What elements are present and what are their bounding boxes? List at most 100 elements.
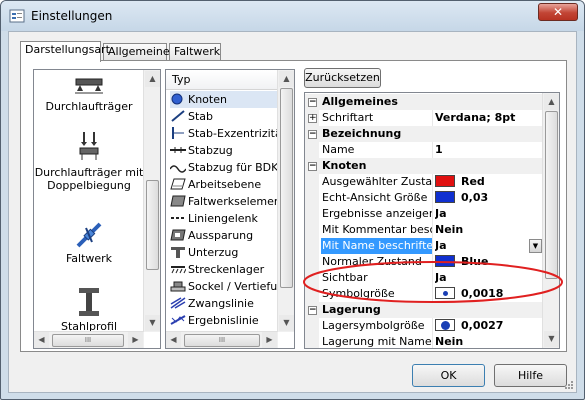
scroll-thumb[interactable]: III: [184, 334, 260, 347]
property-value[interactable]: Nein: [435, 334, 543, 348]
property-row[interactable]: Name 1: [305, 142, 543, 158]
type-list-item[interactable]: Stab-Exzentrizität: [170, 125, 280, 142]
type-list-item[interactable]: Faltwerkselement: [170, 193, 280, 210]
row-gutter: [305, 142, 319, 158]
scroll-left-icon[interactable]: ◀: [34, 332, 49, 348]
property-row[interactable]: Lagerung mit Name beschriftenNein: [305, 334, 543, 348]
title-bar[interactable]: Einstellungen ✕: [1, 1, 584, 31]
property-grid[interactable]: − Allgemeines + Schriftart Verdana; 8pt − Beze…: [304, 92, 560, 349]
row-gutter: [305, 174, 319, 190]
collapse-icon[interactable]: −: [308, 162, 317, 171]
property-category[interactable]: − Bezeichnung: [305, 126, 543, 142]
scroll-thumb[interactable]: [280, 88, 293, 288]
type-list-vertical-scrollbar[interactable]: ▲ ▼: [277, 70, 294, 332]
scroll-up-icon[interactable]: ▲: [279, 71, 294, 87]
property-name: Mit Name beschriften: [321, 238, 433, 254]
type-list-item[interactable]: Unterzug: [170, 244, 280, 261]
result-line-icon: [170, 314, 188, 327]
type-list-item[interactable]: Streckenlager: [170, 261, 280, 278]
type-list-item[interactable]: Knoten: [170, 91, 280, 108]
scroll-down-icon[interactable]: ▼: [145, 315, 160, 331]
property-category[interactable]: − Allgemeines: [305, 94, 543, 110]
beam-icon: [75, 78, 103, 94]
list-item-label: Durchlaufträger: [45, 100, 133, 113]
property-category[interactable]: − Knoten: [305, 158, 543, 174]
property-value[interactable]: 0,0027: [435, 318, 543, 334]
list-item-stahlprofil[interactable]: Stahlprofil: [34, 286, 144, 333]
element-type-list[interactable]: Typ Knoten Stab Stab-Exzentrizität Stabzug S…: [165, 69, 295, 349]
tab-darstellungsart[interactable]: Darstellungsart: [20, 41, 110, 62]
dropdown-arrow-icon[interactable]: ▼: [529, 239, 542, 253]
tab-allgemeines[interactable]: Allgemeines: [103, 43, 175, 61]
property-row[interactable]: Mit Kommentar beschriftenNein: [305, 222, 543, 238]
column-header-typ[interactable]: Typ: [166, 70, 278, 90]
type-list-item[interactable]: Stab: [170, 108, 280, 125]
property-value-text: Nein: [435, 335, 464, 348]
property-row[interactable]: Ergebnisse anzeigen Ja: [305, 206, 543, 222]
property-value[interactable]: Ja: [435, 238, 543, 254]
type-list-item[interactable]: Arbeitsebene: [170, 176, 280, 193]
left-list-horizontal-scrollbar[interactable]: ◀ III ▶: [34, 331, 144, 348]
scroll-up-icon[interactable]: ▲: [145, 71, 160, 87]
property-value[interactable]: Nein: [435, 222, 543, 238]
type-list-item[interactable]: Zwangslinie: [170, 295, 280, 312]
close-button[interactable]: ✕: [538, 3, 578, 21]
property-name: Ergebnisse anzeigen: [322, 207, 432, 220]
type-list-item[interactable]: Aussparung: [170, 227, 280, 244]
column-divider: [432, 110, 433, 126]
type-list-item[interactable]: Ergebnislinie: [170, 312, 280, 329]
scroll-down-icon[interactable]: ▼: [279, 315, 294, 331]
property-row[interactable]: Lagersymbolgröße 0,0027: [305, 318, 543, 334]
property-value-text: Ja: [435, 239, 447, 252]
column-divider: [432, 318, 433, 334]
expand-icon[interactable]: +: [308, 114, 317, 123]
window-title: Einstellungen: [31, 9, 113, 23]
property-value[interactable]: 0,03: [435, 190, 543, 206]
type-list-item[interactable]: Sockel / Vertiefung: [170, 278, 280, 295]
property-name: Knoten: [322, 159, 367, 172]
left-list-vertical-scrollbar[interactable]: ▲ ▼: [143, 70, 160, 332]
type-list-item-label: Stabzug für BDK: [188, 161, 279, 174]
property-row[interactable]: + Schriftart Verdana; 8pt: [305, 110, 543, 126]
property-grid-scrollbar[interactable]: ▲ ▼: [542, 93, 559, 348]
reset-button[interactable]: Zurücksetzen: [304, 68, 381, 88]
list-item-durchlauftraeger[interactable]: Durchlaufträger: [34, 76, 144, 113]
work-plane-icon: [170, 178, 188, 191]
folded-plate-icon: [76, 222, 102, 248]
scroll-right-icon[interactable]: ▶: [128, 332, 143, 348]
type-list-item[interactable]: Liniengelenk: [170, 210, 280, 227]
property-category[interactable]: − Lagerung: [305, 302, 543, 318]
scroll-right-icon[interactable]: ▶: [262, 332, 277, 348]
column-divider: [432, 222, 433, 238]
type-list-item[interactable]: Stabzug für BDK: [170, 159, 280, 176]
scroll-thumb[interactable]: [545, 111, 558, 279]
property-value[interactable]: Red: [435, 174, 543, 190]
resize-grip-icon[interactable]: [564, 380, 574, 390]
collapse-icon[interactable]: −: [308, 98, 317, 107]
help-button[interactable]: Hilfe: [494, 364, 567, 387]
property-row[interactable]: Echt-Ansicht Größe 0,03: [305, 190, 543, 206]
property-row[interactable]: Mit Name beschriften Ja ▼: [305, 238, 543, 254]
collapse-icon[interactable]: −: [308, 306, 317, 315]
scroll-up-icon[interactable]: ▲: [544, 94, 559, 110]
scroll-thumb[interactable]: III: [52, 334, 124, 347]
property-value[interactable]: Verdana; 8pt: [435, 110, 543, 126]
display-type-list[interactable]: Durchlaufträger Durchlaufträger mit Dopp…: [33, 69, 161, 349]
scroll-left-icon[interactable]: ◀: [166, 332, 181, 348]
ok-button[interactable]: OK: [412, 364, 485, 387]
type-list-horizontal-scrollbar[interactable]: ◀ III ▶: [166, 331, 278, 348]
property-value[interactable]: Ja: [435, 206, 543, 222]
scroll-thumb[interactable]: [146, 180, 159, 270]
list-item-faltwerk[interactable]: Faltwerk: [34, 220, 144, 265]
property-row[interactable]: Ausgewählter Zustand Red: [305, 174, 543, 190]
type-list-item-label: Stabzug: [188, 144, 233, 157]
list-item-durchlauftraeger-doppelbiegung[interactable]: Durchlaufträger mit Doppelbiegung: [34, 130, 144, 192]
scroll-down-icon[interactable]: ▼: [544, 331, 559, 347]
property-value[interactable]: 1: [435, 142, 543, 158]
property-name: Echt-Ansicht Größe: [322, 191, 428, 204]
type-list-item-label: Aussparung: [188, 229, 254, 242]
collapse-icon[interactable]: −: [308, 130, 317, 139]
tab-faltwerk[interactable]: Faltwerk: [169, 43, 221, 61]
row-gutter: [305, 206, 319, 222]
type-list-item[interactable]: Stabzug: [170, 142, 280, 159]
